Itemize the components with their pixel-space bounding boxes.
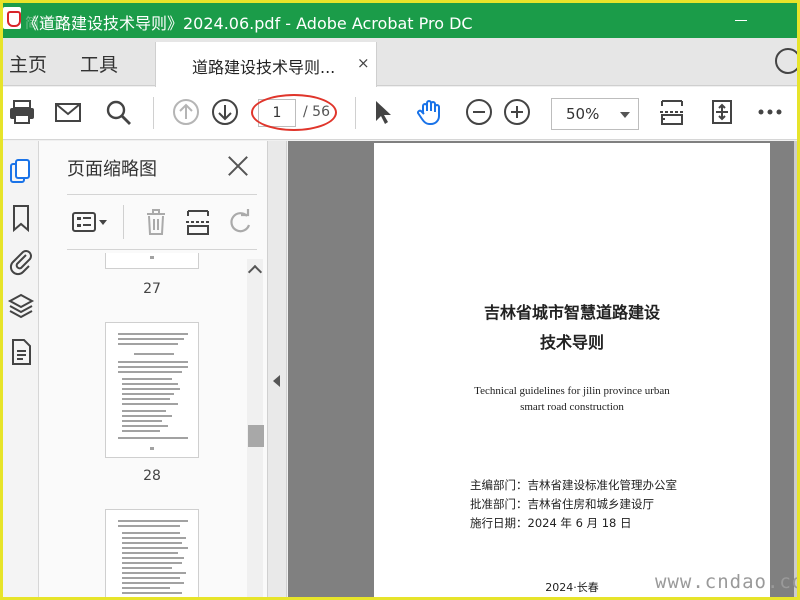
navigation-rail [3, 141, 39, 597]
panel-splitter[interactable] [267, 141, 287, 597]
pointer-icon[interactable] [367, 97, 397, 127]
page-down-icon[interactable] [210, 97, 240, 127]
thumbnail-page[interactable] [105, 322, 199, 458]
title-bar: 《道路建设技术导则》2024.06.pdf - Adobe Acrobat Pr… [3, 3, 797, 38]
more-icon[interactable] [755, 97, 785, 127]
corner-watermark: 简单记 [25, 16, 67, 32]
document-title-line1: 吉林省城市智慧道路建设 [483, 303, 660, 322]
approver-department: 批准部门：吉林省住房和城乡建设厅 [470, 497, 654, 511]
main-toolbar: 1 / 56 50% [3, 87, 797, 140]
thumbnail-panel: 页面缩略图 27 28 [39, 141, 267, 597]
thumbnail-page-number: 28 [143, 468, 161, 484]
collapse-panel-icon[interactable] [273, 375, 280, 387]
panel-title: 页面缩略图 [67, 159, 157, 180]
help-icon[interactable] [775, 48, 797, 74]
site-watermark: www.cndao.co [655, 571, 797, 593]
document-icon[interactable] [7, 337, 35, 367]
bookmark-icon[interactable] [7, 203, 35, 233]
thumbnail-list: 27 28 [67, 253, 243, 597]
window-title: 《道路建设技术导则》2024.06.pdf - Adobe Acrobat Pr… [23, 14, 473, 33]
zoom-in-icon[interactable] [502, 97, 532, 127]
pdf-page: 吉林省城市智慧道路建设 技术导则 Technical guidelines fo… [374, 143, 770, 597]
layers-icon[interactable] [7, 291, 35, 321]
acrobat-logo-icon [3, 7, 21, 29]
document-view[interactable]: 吉林省城市智慧道路建设 技术导则 Technical guidelines fo… [288, 141, 797, 597]
scrollbar-thumb[interactable] [248, 425, 264, 447]
red-highlight-ellipse [251, 94, 337, 131]
thumbnail-scrollbar[interactable] [247, 259, 264, 597]
hand-icon[interactable] [415, 97, 445, 127]
document-scrollbar[interactable] [794, 141, 797, 597]
close-tab-icon[interactable]: × [357, 54, 370, 72]
close-icon[interactable] [225, 153, 251, 179]
tab-home[interactable]: 主页 [9, 50, 47, 77]
search-icon[interactable] [103, 97, 133, 127]
thumbnail-options-icon[interactable] [71, 207, 111, 237]
minimize-button[interactable] [717, 3, 763, 38]
thumbnail-page-number: 27 [143, 281, 161, 297]
rotate-icon[interactable] [225, 207, 255, 237]
zoom-out-icon[interactable] [464, 97, 494, 127]
printer-icon[interactable] [7, 97, 37, 127]
page-up-icon[interactable] [171, 97, 201, 127]
document-tab-label: 道路建设技术导则... [192, 58, 336, 77]
rotate-view-icon[interactable] [707, 97, 737, 127]
chevron-up-icon[interactable] [247, 264, 263, 280]
delete-icon[interactable] [141, 207, 171, 237]
english-title-line1: Technical guidelines for jilin province … [474, 385, 670, 397]
insert-page-icon[interactable] [183, 207, 213, 237]
english-title-line2: smart road construction [520, 401, 624, 413]
attachment-icon[interactable] [7, 246, 35, 276]
panel-toolbar [67, 199, 257, 247]
editor-department: 主编部门：吉林省建设标准化管理办公室 [470, 478, 677, 492]
mail-icon[interactable] [53, 97, 83, 127]
zoom-select[interactable]: 50% [551, 98, 639, 130]
zoom-value: 50% [566, 105, 600, 123]
chevron-down-icon [620, 112, 630, 118]
document-title-line2: 技术导则 [539, 333, 604, 352]
effective-date: 施行日期：2024 年 6 月 18 日 [470, 516, 632, 530]
fit-width-icon[interactable] [657, 97, 687, 127]
thumbnails-icon[interactable] [7, 157, 35, 187]
tab-document[interactable]: 道路建设技术导则... × [155, 42, 377, 87]
tab-bar: 主页 工具 道路建设技术导则... × [3, 38, 797, 87]
tab-tools[interactable]: 工具 [80, 50, 118, 77]
thumbnail-page[interactable] [105, 253, 199, 269]
app-window: 《道路建设技术导则》2024.06.pdf - Adobe Acrobat Pr… [3, 3, 797, 597]
thumbnail-page[interactable] [105, 509, 199, 597]
